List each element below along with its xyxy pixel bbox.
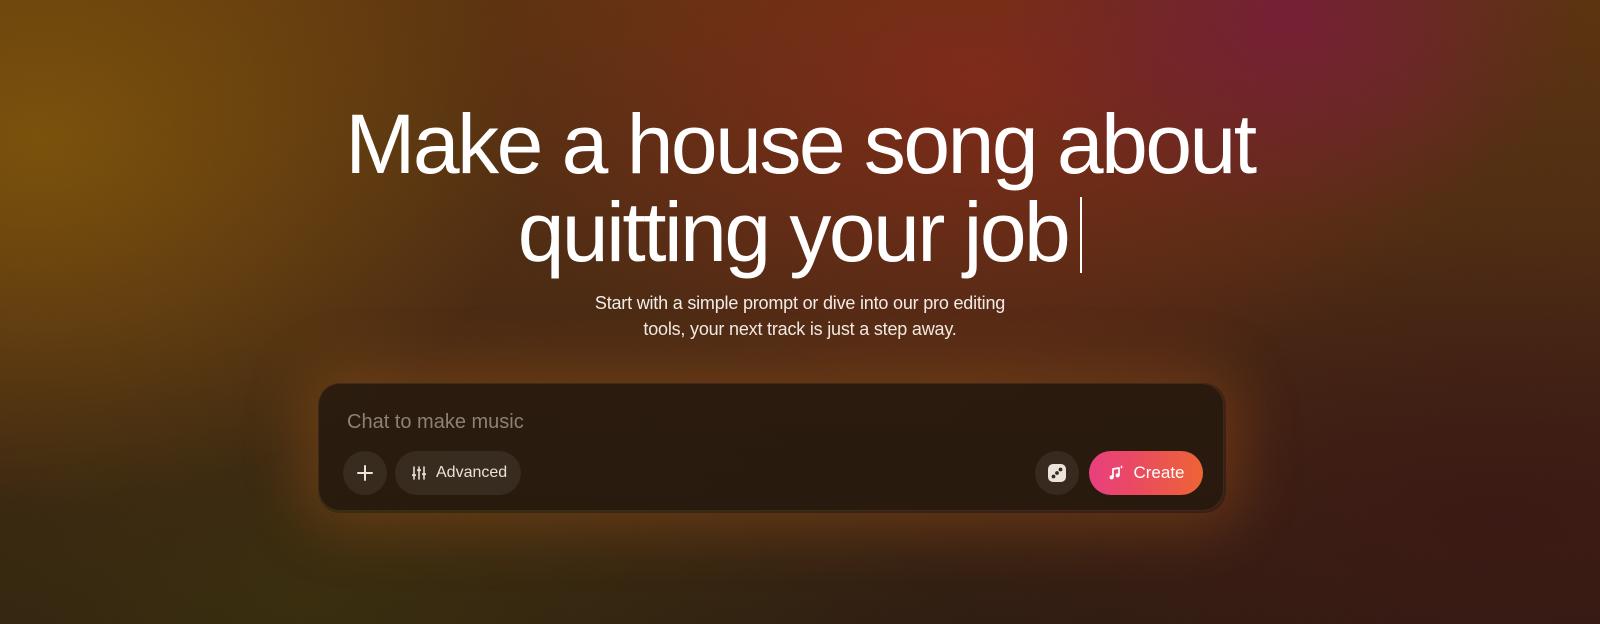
subtitle-line-1: Start with a simple prompt or dive into …	[594, 293, 1006, 313]
dice-icon	[1046, 462, 1068, 484]
headline-line-2-text: quitting your job	[517, 185, 1071, 279]
hero-headline: Make a house song about quitting your jo…	[0, 100, 1600, 276]
headline-line-1: Make a house song about	[345, 97, 1257, 191]
chat-composer: Advanced Create	[318, 383, 1224, 511]
typing-cursor	[1080, 197, 1083, 273]
random-prompt-button[interactable]	[1035, 451, 1079, 495]
advanced-label: Advanced	[436, 464, 508, 481]
add-button[interactable]	[343, 451, 387, 495]
plus-icon	[356, 464, 374, 482]
advanced-button[interactable]: Advanced	[395, 451, 522, 495]
chat-input[interactable]	[345, 406, 1149, 438]
subtitle-line-2: tools, your next track is just a step aw…	[643, 319, 957, 339]
hero-section: Make a house song about quitting your jo…	[0, 100, 1600, 342]
sliders-icon	[411, 465, 427, 481]
create-button[interactable]: Create	[1089, 451, 1203, 495]
hero-subtitle: Start with a simple prompt or dive into …	[580, 290, 1020, 342]
headline-line-2: quitting your job	[0, 188, 1600, 276]
music-note-sparkle-icon	[1107, 464, 1125, 482]
create-label: Create	[1133, 463, 1185, 482]
